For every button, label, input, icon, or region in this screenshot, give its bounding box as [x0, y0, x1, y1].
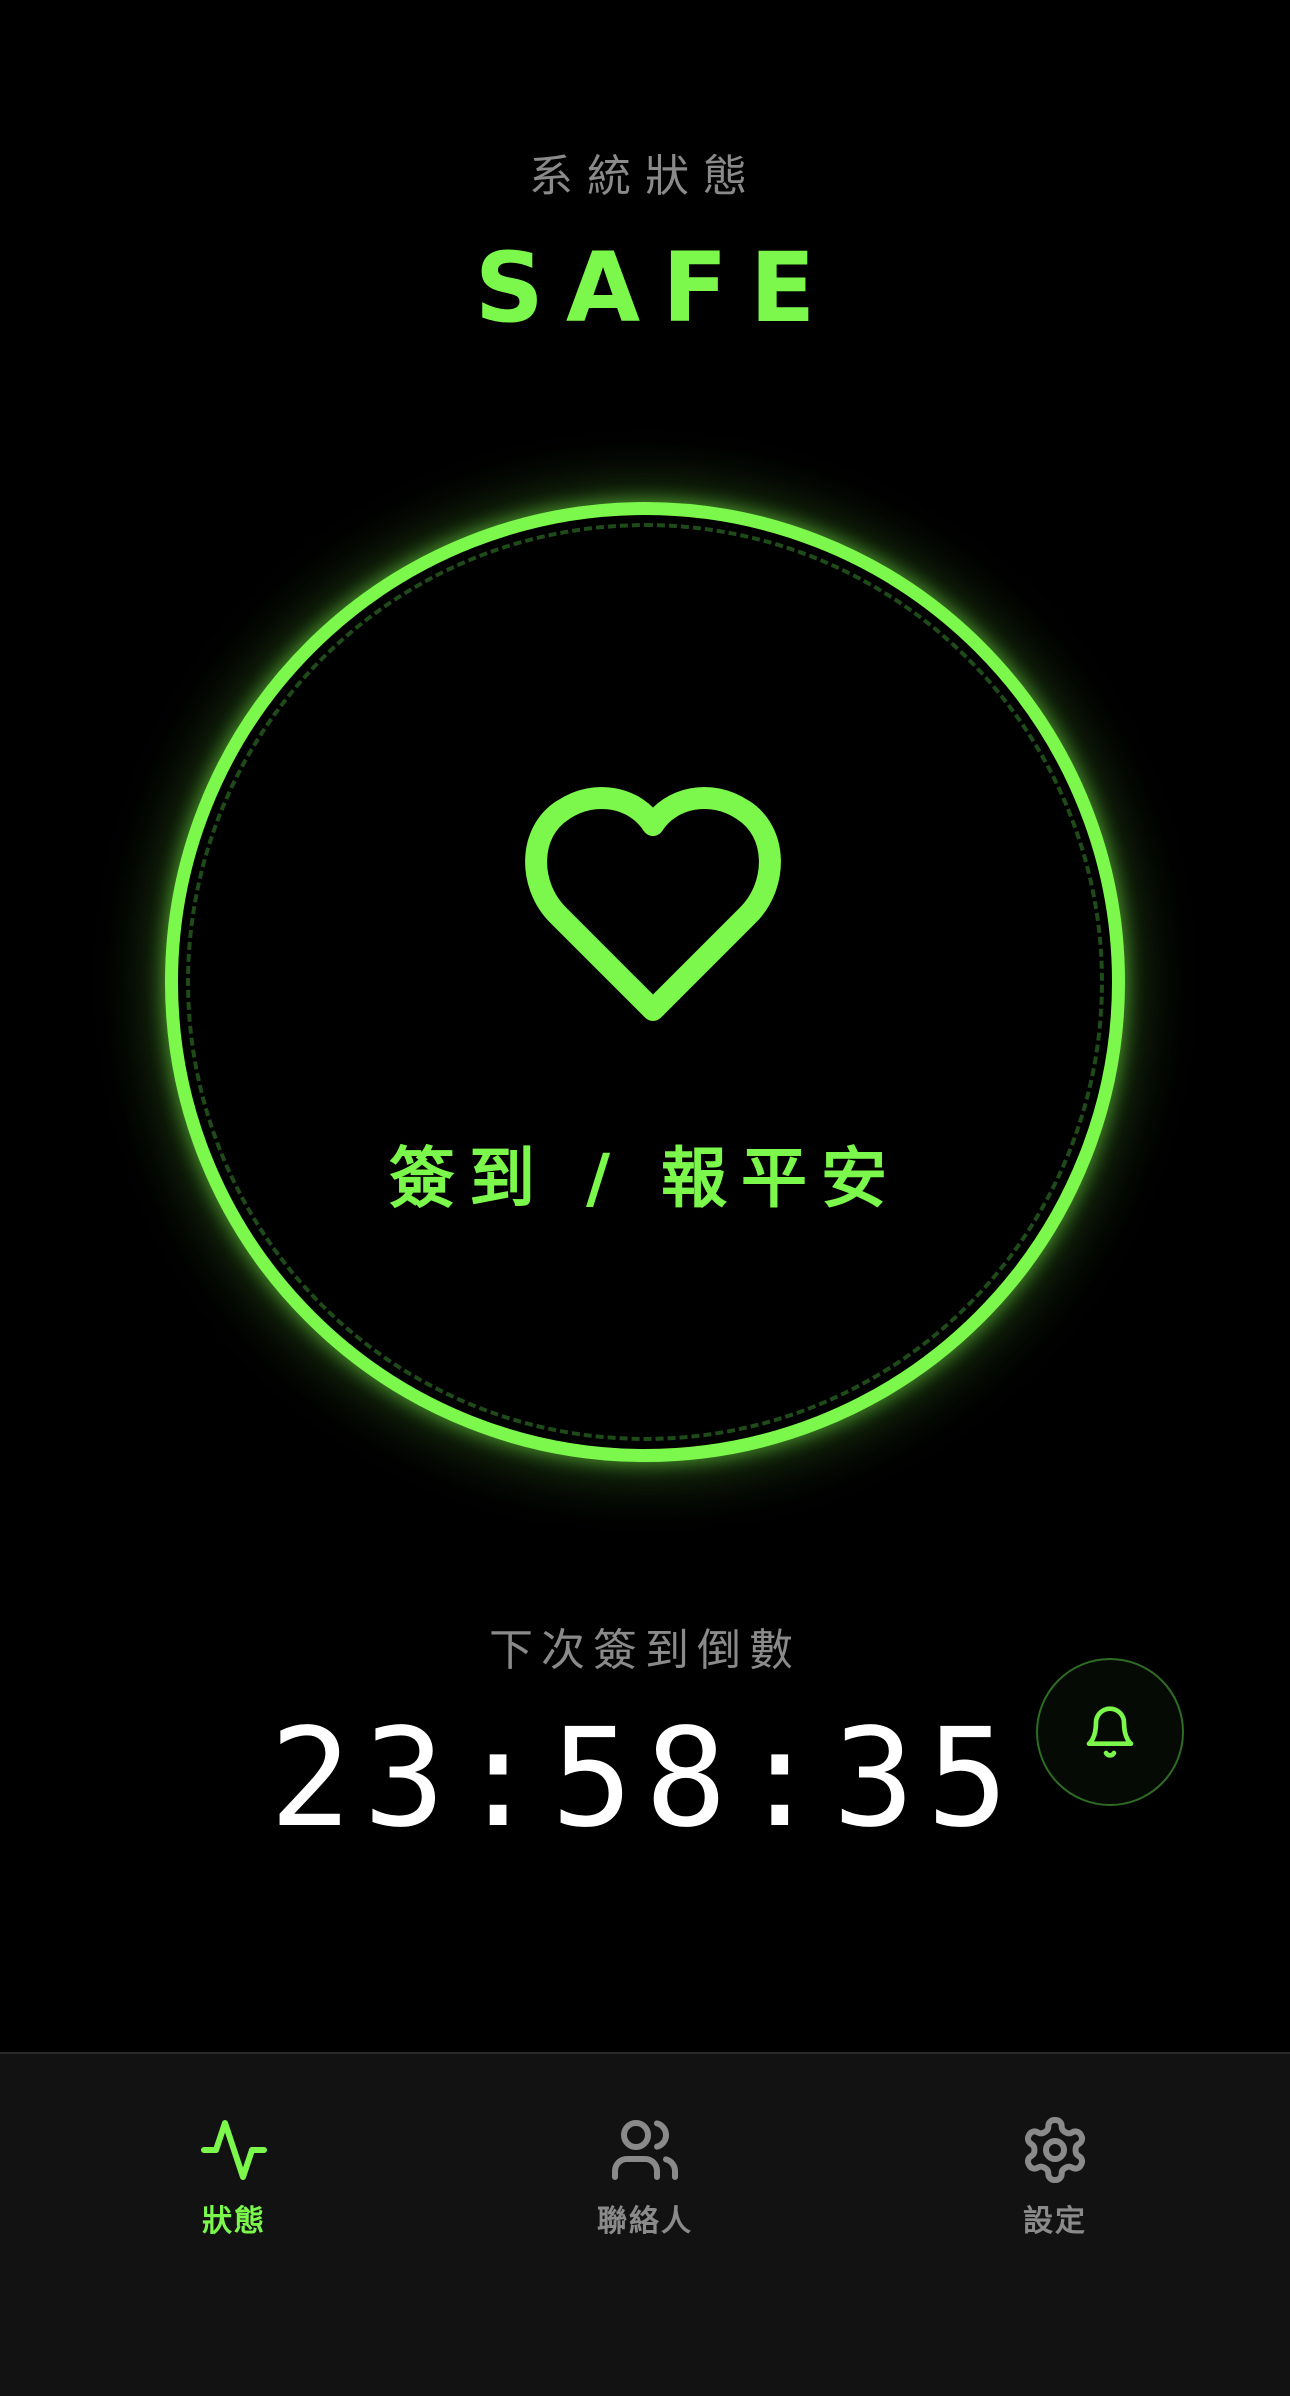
activity-icon — [201, 2120, 267, 2180]
gear-icon — [1024, 2117, 1086, 2183]
reminder-button[interactable] — [1036, 1658, 1184, 1806]
bell-icon — [1086, 1706, 1134, 1758]
tab-contacts[interactable]: 聯絡人 — [495, 2114, 795, 2254]
checkin-label: 簽到 / 報平安 — [388, 1140, 902, 1217]
bottom-tab-bar: 狀態 聯絡人 設定 — [0, 2052, 1290, 2396]
tab-status[interactable]: 狀態 — [84, 2114, 384, 2254]
tab-contacts-label: 聯絡人 — [597, 2204, 693, 2239]
tab-status-label: 狀態 — [202, 2204, 266, 2239]
checkin-button[interactable]: 簽到 / 報平安 — [165, 502, 1125, 1462]
tab-settings[interactable]: 設定 — [905, 2114, 1205, 2254]
system-status-label: 系統狀態 — [529, 151, 761, 202]
users-icon — [612, 2120, 678, 2180]
tab-settings-label: 設定 — [1023, 2204, 1087, 2239]
heart-icon — [525, 786, 781, 1021]
system-status-value: SAFE — [474, 232, 838, 344]
